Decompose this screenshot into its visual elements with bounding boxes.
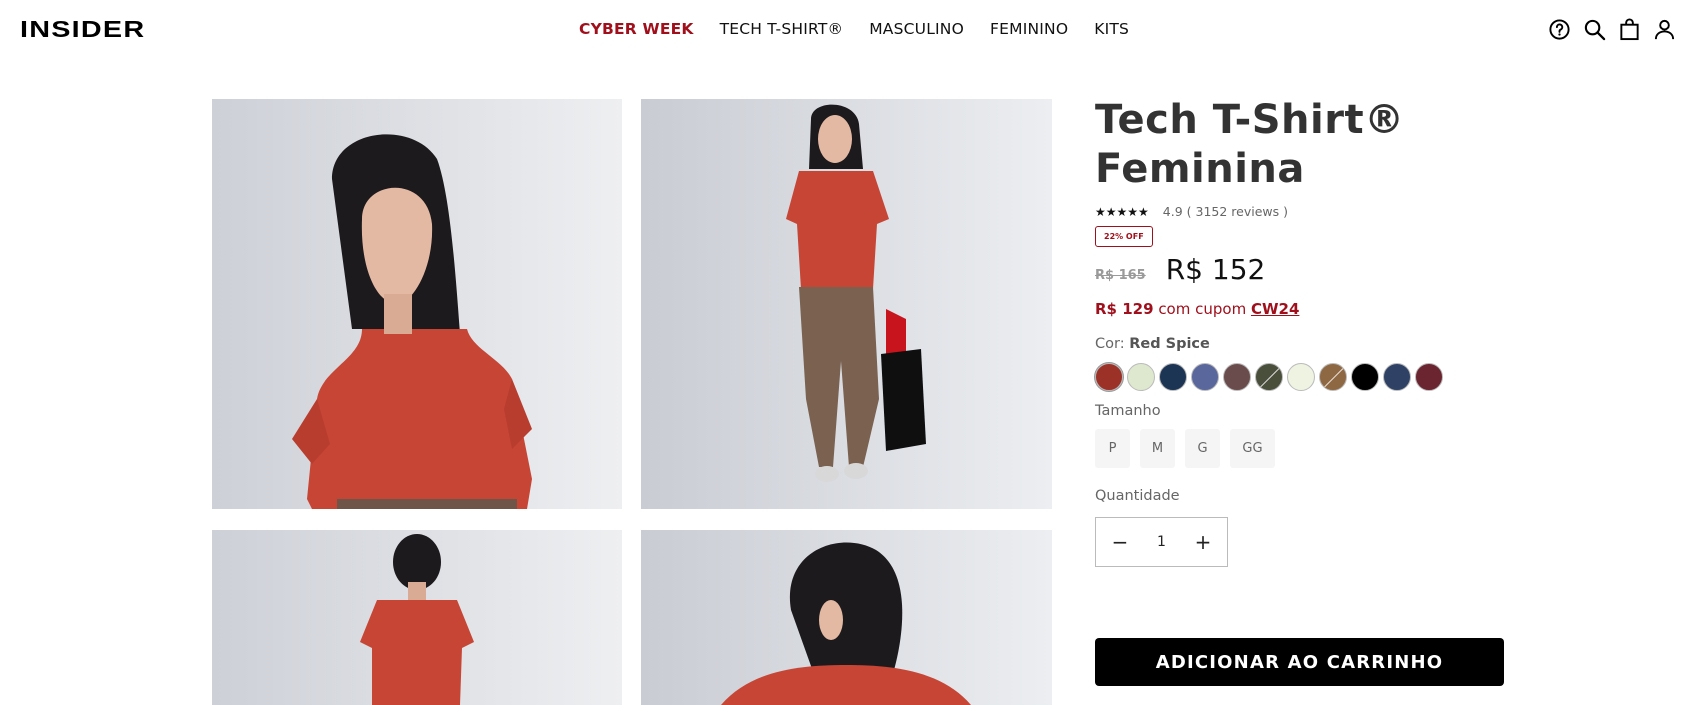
nav-item-kits[interactable]: KITS (1094, 20, 1129, 38)
size-option-gg[interactable]: GG (1230, 429, 1275, 468)
rating-row[interactable]: ★★★★★ 4.9 ( 3152 reviews ) (1095, 204, 1505, 219)
color-swatches (1095, 363, 1505, 391)
product-info: Tech T-Shirt® Feminina ★★★★★ 4.9 ( 3152 … (1095, 96, 1505, 567)
size-option-p[interactable]: P (1095, 429, 1130, 468)
coupon-text: com cupom (1158, 300, 1247, 318)
quantity-label: Quantidade (1095, 488, 1180, 504)
color-label-text: Cor: (1095, 336, 1125, 352)
color-swatch[interactable] (1191, 363, 1219, 391)
product-photo-back-closeup[interactable] (641, 530, 1052, 705)
size-option-m[interactable]: M (1140, 429, 1175, 468)
bag-icon[interactable] (1618, 18, 1641, 41)
nav-item-feminino[interactable]: FEMININO (990, 20, 1068, 38)
product-title: Tech T-Shirt® Feminina (1095, 96, 1505, 194)
size-option-g[interactable]: G (1185, 429, 1220, 468)
product-title-line2: Feminina (1095, 146, 1305, 192)
coupon-code-link[interactable]: CW24 (1251, 300, 1299, 318)
coupon-price: R$ 129 (1095, 300, 1154, 318)
nav-item-tech-tshirt[interactable]: TECH T-SHIRT® (720, 20, 844, 38)
product-photo-full-body[interactable] (641, 99, 1052, 509)
current-price: R$ 152 (1165, 253, 1266, 286)
rating-text: 4.9 ( 3152 reviews ) (1162, 204, 1288, 219)
rating-stars: ★★★★★ (1095, 204, 1149, 219)
color-swatch[interactable] (1415, 363, 1443, 391)
color-swatch[interactable] (1127, 363, 1155, 391)
color-swatch[interactable] (1383, 363, 1411, 391)
coupon-row: R$ 129 com cupom CW24 (1095, 300, 1505, 318)
color-label: Cor: Red Spice (1095, 336, 1505, 352)
color-swatch[interactable] (1159, 363, 1187, 391)
color-swatch[interactable] (1287, 363, 1315, 391)
color-swatch[interactable] (1095, 363, 1123, 391)
nav-item-masculino[interactable]: MASCULINO (869, 20, 964, 38)
color-swatch[interactable] (1319, 363, 1347, 391)
size-label: Tamanho (1095, 403, 1161, 419)
old-price: R$ 165 (1095, 268, 1146, 283)
quantity-stepper: − 1 + (1095, 517, 1228, 567)
product-photo-back[interactable] (212, 530, 622, 705)
color-value: Red Spice (1129, 336, 1210, 352)
color-swatch[interactable] (1351, 363, 1379, 391)
add-to-cart-button[interactable]: ADICIONAR AO CARRINHO (1095, 638, 1504, 686)
color-swatch[interactable] (1255, 363, 1283, 391)
site-header: INSIDER CYBER WEEK TECH T-SHIRT® MASCULI… (0, 0, 1696, 60)
search-icon[interactable] (1583, 18, 1606, 41)
site-logo[interactable]: INSIDER (20, 18, 145, 41)
quantity-value[interactable]: 1 (1157, 534, 1166, 550)
size-options: P M G GG (1095, 429, 1505, 468)
color-swatch[interactable] (1223, 363, 1251, 391)
header-actions (1548, 18, 1676, 41)
help-icon[interactable] (1548, 18, 1571, 41)
user-icon[interactable] (1653, 18, 1676, 41)
main-nav: CYBER WEEK TECH T-SHIRT® MASCULINO FEMIN… (579, 20, 1129, 38)
quantity-decrease-button[interactable]: − (1108, 530, 1132, 554)
quantity-increase-button[interactable]: + (1191, 530, 1215, 554)
price-row: R$ 165 R$ 152 (1095, 253, 1505, 286)
product-photo-front-closeup[interactable] (212, 99, 622, 509)
nav-item-cyber-week[interactable]: CYBER WEEK (579, 20, 694, 38)
discount-badge: 22% OFF (1095, 226, 1153, 247)
product-title-line1: Tech T-Shirt® (1095, 97, 1405, 143)
